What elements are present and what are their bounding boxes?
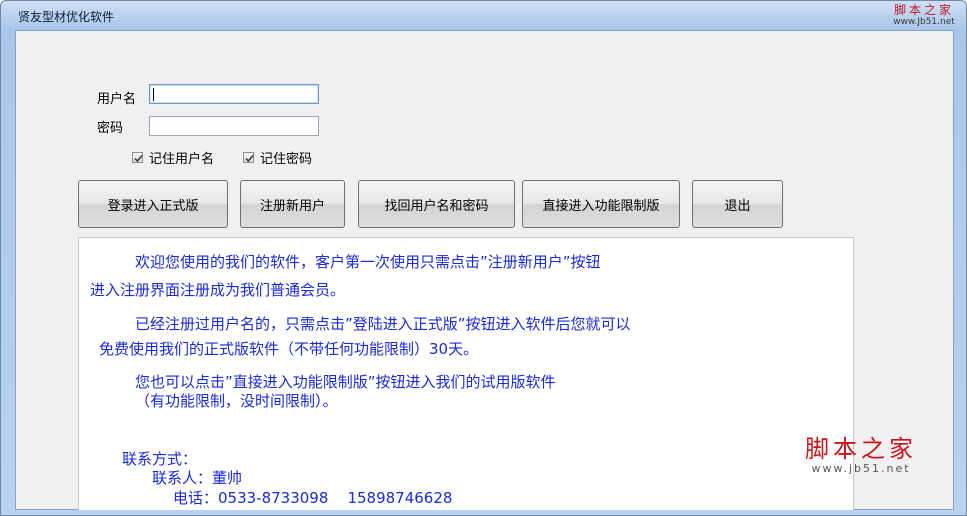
info-panel: 欢迎您使用的我们的软件，客户第一次使用只需点击”注册新用户”按钮 进入注册界面注…	[78, 237, 854, 510]
username-input[interactable]	[149, 84, 319, 104]
recover-account-button[interactable]: 找回用户名和密码	[358, 180, 515, 228]
info-p1-line1: 欢迎您使用的我们的软件，客户第一次使用只需点击”注册新用户”按钮	[135, 253, 601, 271]
title-bar[interactable]: 贤友型材优化软件 脚本之家 www.Jb51.net	[1, 1, 966, 29]
password-input[interactable]	[149, 116, 319, 136]
login-full-version-button[interactable]: 登录进入正式版	[78, 180, 228, 228]
trial-version-button[interactable]: 直接进入功能限制版	[522, 180, 680, 228]
password-label: 密码	[97, 121, 124, 136]
info-p2-line1: 已经注册过用户名的，只需点击”登陆进入正式版”按钮进入软件后您就可以	[135, 315, 631, 333]
username-label: 用户名	[97, 92, 137, 107]
checkmark-icon	[134, 154, 143, 163]
watermark-top-main: 脚本之家	[893, 3, 954, 17]
watermark-bottom-main: 脚本之家	[805, 435, 917, 463]
checkmark-icon	[245, 154, 254, 163]
watermark-top: 脚本之家 www.Jb51.net	[888, 3, 960, 27]
watermark-bottom: 脚本之家 www.jb51.net	[791, 435, 931, 475]
app-window: 贤友型材优化软件 脚本之家 www.Jb51.net 用户名 密码 记住用户名	[0, 0, 967, 516]
contact-person: 联系人：董帅	[152, 469, 243, 487]
remember-password-checkbox[interactable]: 记住密码	[243, 148, 312, 167]
text-caret	[153, 88, 154, 101]
exit-button[interactable]: 退出	[692, 180, 783, 228]
remember-username-checkbox[interactable]: 记住用户名	[132, 148, 214, 167]
checkbox-box[interactable]	[243, 152, 254, 163]
watermark-bottom-sub: www.jb51.net	[811, 462, 911, 475]
contact-phone: 电话：0533-8733098 15898746628	[173, 489, 453, 507]
contact-heading: 联系方式：	[122, 450, 198, 468]
watermark-top-sub: www.Jb51.net	[893, 17, 955, 27]
remember-password-label: 记住密码	[260, 152, 313, 167]
info-p2-line2: 免费使用我们的正式版软件（不带任何功能限制）30天。	[99, 340, 479, 358]
remember-username-label: 记住用户名	[149, 152, 215, 167]
info-p1-line2: 进入注册界面注册成为我们普通会员。	[90, 281, 346, 299]
info-p3-line1: 您也可以点击”直接进入功能限制版”按钮进入我们的试用版软件	[135, 373, 556, 391]
info-p3-line2: （有功能限制，没时间限制）。	[135, 392, 338, 410]
window-title: 贤友型材优化软件	[18, 10, 115, 24]
register-button[interactable]: 注册新用户	[240, 180, 345, 228]
checkbox-box[interactable]	[132, 152, 143, 163]
